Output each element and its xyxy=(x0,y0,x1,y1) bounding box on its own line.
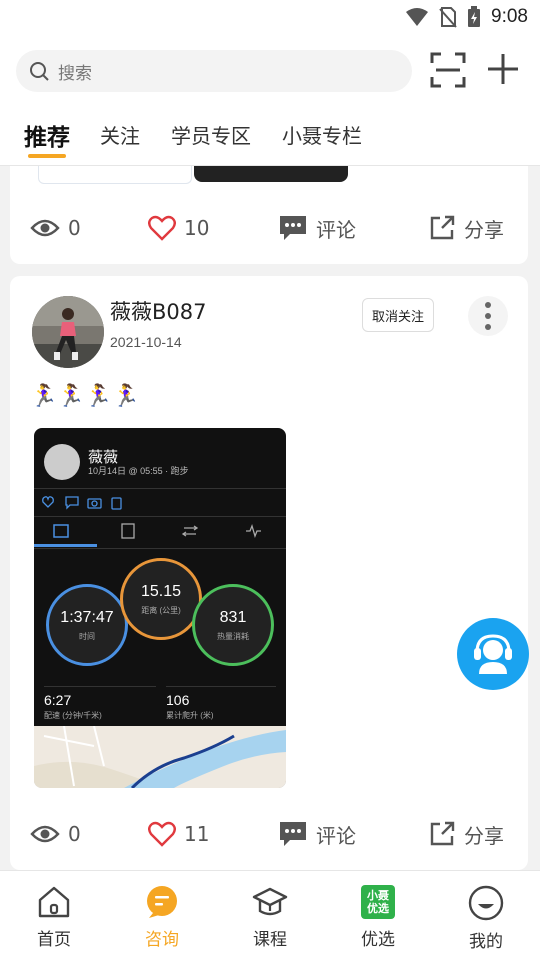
avatar[interactable] xyxy=(32,296,104,368)
activity-tab-bar xyxy=(34,523,261,547)
clock: 9:08 xyxy=(491,6,528,27)
view-count: 0 xyxy=(30,208,81,248)
status-bar: 9:08 xyxy=(0,0,540,36)
select-badge-icon: 小聂 优选 xyxy=(361,885,395,919)
home-icon xyxy=(38,886,70,918)
activity-avatar xyxy=(44,444,80,480)
post-card: 薇薇B087 2021-10-14 取消关注 🏃‍♀️🏃‍♀️🏃‍♀️🏃‍♀️ … xyxy=(10,276,528,870)
no-sim-icon xyxy=(439,7,457,28)
heart-icon xyxy=(148,215,176,241)
search-icon xyxy=(30,62,49,81)
view-count: 0 xyxy=(30,814,81,854)
headset-icon xyxy=(474,634,512,674)
dot-icon xyxy=(485,313,491,319)
scan-icon[interactable] xyxy=(430,52,466,88)
route-map xyxy=(34,726,286,788)
nav-courses[interactable]: 课程 xyxy=(230,885,310,950)
tab-follow[interactable]: 关注 xyxy=(100,120,140,149)
more-options-button[interactable] xyxy=(468,296,508,336)
share-button[interactable]: 分享 xyxy=(428,208,504,248)
wifi-icon xyxy=(406,8,429,26)
battery-charging-icon xyxy=(468,6,481,27)
eye-icon xyxy=(30,825,60,843)
post-image-thumbnail[interactable] xyxy=(194,166,348,182)
like-button[interactable]: 11 xyxy=(148,814,209,854)
category-tabs: 推荐 关注 学员专区 小聂专栏 xyxy=(0,106,540,166)
unfollow-button[interactable]: 取消关注 xyxy=(362,298,434,332)
post-image-thumbnail[interactable] xyxy=(38,166,192,184)
post-actions: 0 11 评论 分享 xyxy=(10,814,528,854)
nav-consult[interactable]: 咨询 xyxy=(122,885,202,950)
divider xyxy=(44,686,156,687)
nav-select[interactable]: 小聂 优选 优选 xyxy=(338,885,418,950)
comment-button[interactable]: 评论 xyxy=(278,208,356,248)
add-icon[interactable] xyxy=(486,52,520,86)
time-ring: 1:37:47 时间 xyxy=(46,584,128,666)
activity-actions-icons xyxy=(42,496,122,510)
like-button[interactable]: 10 xyxy=(148,208,209,248)
post-text: 🏃‍♀️🏃‍♀️🏃‍♀️🏃‍♀️ xyxy=(30,384,140,409)
tab-column[interactable]: 小聂专栏 xyxy=(282,120,362,149)
divider xyxy=(166,686,276,687)
share-icon xyxy=(430,215,455,240)
customer-service-button[interactable] xyxy=(457,618,529,690)
post-date: 2021-10-14 xyxy=(110,334,182,350)
share-icon xyxy=(430,821,455,846)
comment-icon xyxy=(280,822,306,846)
bottom-nav: 首页 咨询 课程 小聂 优选 优选 我的 xyxy=(0,870,540,960)
elevation-stat: 106 累计爬升 (米) xyxy=(166,692,214,720)
post-card-previous: 0 10 评论 分享 xyxy=(10,166,528,264)
consult-icon xyxy=(147,886,177,918)
pace-stat: 6:27 配速 (分钟/千米) xyxy=(44,692,102,720)
nav-profile[interactable]: 我的 xyxy=(446,885,526,952)
activity-subtitle: 10月14日 @ 05:55 · 跑步 xyxy=(88,466,189,476)
post-actions: 0 10 评论 分享 xyxy=(10,208,528,248)
tab-recommend[interactable]: 推荐 xyxy=(24,118,70,158)
dot-icon xyxy=(485,324,491,330)
graduation-cap-icon xyxy=(252,887,288,916)
divider xyxy=(34,548,286,549)
distance-ring: 15.15 距离 (公里) xyxy=(120,558,202,640)
calories-ring: 831 热量消耗 xyxy=(192,584,274,666)
eye-icon xyxy=(30,219,60,237)
tab-students[interactable]: 学员专区 xyxy=(171,120,251,149)
dot-icon xyxy=(485,302,491,308)
nav-home[interactable]: 首页 xyxy=(14,885,94,950)
divider xyxy=(34,488,286,489)
comment-button[interactable]: 评论 xyxy=(278,814,356,854)
author-name[interactable]: 薇薇B087 xyxy=(110,296,207,326)
comment-icon xyxy=(280,216,306,240)
post-image-activity[interactable]: 薇薇 10月14日 @ 05:55 · 跑步 1:37:47 时间 15.15 … xyxy=(34,428,286,788)
search-placeholder: 搜索 xyxy=(58,63,92,84)
search-bar[interactable]: 搜索 xyxy=(16,50,412,92)
tab-active-indicator xyxy=(28,154,66,158)
avatar-image xyxy=(32,296,104,368)
header: 搜索 xyxy=(0,36,540,106)
smile-icon xyxy=(468,885,504,921)
heart-icon xyxy=(148,821,176,847)
share-button[interactable]: 分享 xyxy=(428,814,504,854)
